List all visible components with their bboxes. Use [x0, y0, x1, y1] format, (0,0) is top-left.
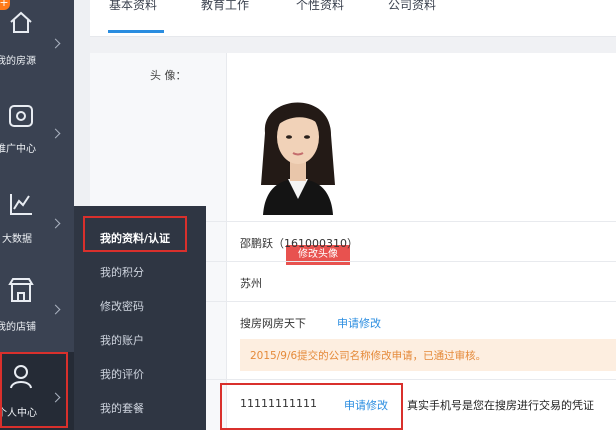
chart-icon [10, 194, 32, 215]
tab-education-work[interactable]: 教育工作 [201, 0, 249, 13]
promotion-icon [9, 105, 33, 127]
company-value: 搜房网房天下 [240, 317, 306, 330]
phone-hint: 真实手机号是您在搜房进行交易的凭证 [407, 399, 594, 412]
submenu-item-account[interactable]: 我的账户 [100, 332, 144, 348]
tab-basic-info[interactable]: 基本资料 [109, 0, 157, 13]
name-value: 邵鹏跃（161000310） [240, 237, 358, 250]
tab-bar: 基本资料 教育工作 个性资料 公司资料 [90, 0, 616, 37]
tab-personal-info[interactable]: 个性资料 [296, 0, 344, 13]
company-apply-link[interactable]: 申请修改 [337, 315, 381, 331]
submenu-item-reviews[interactable]: 我的评价 [100, 366, 144, 382]
home-icon [10, 11, 32, 33]
submenu-highlight-box [83, 216, 187, 252]
submenu-item-package[interactable]: 我的套餐 [100, 400, 144, 416]
sidebar-item-label: 我的店铺 [0, 322, 36, 333]
sidebar-item-label: 推广中心 [0, 144, 36, 155]
sidebar: + 我的房源 推广中心 大数据 我的店铺 个人中心 [0, 0, 74, 430]
chevron-right-icon [50, 128, 61, 139]
notice-text: 2015/9/6提交的公司名称修改申请，已通过审核。 [250, 350, 487, 362]
notice-banner: 2015/9/6提交的公司名称修改申请，已通过审核。 [240, 339, 616, 371]
tab-active-indicator [108, 30, 164, 33]
sidebar-item-my-listings[interactable]: 我的房源 [0, 0, 74, 78]
sidebar-item-label: 我的房源 [0, 56, 36, 67]
profile-photo [243, 75, 353, 215]
avatar-label: 头 像： [150, 69, 187, 82]
spacer [90, 37, 616, 53]
phone-highlight-box [220, 383, 403, 430]
sidebar-item-promotion[interactable]: 推广中心 [0, 90, 74, 168]
sidebar-item-big-data[interactable]: 大数据 [0, 180, 74, 258]
chevron-right-icon [50, 38, 61, 49]
city-value: 苏州 [240, 277, 262, 290]
submenu-item-points[interactable]: 我的积分 [100, 264, 144, 280]
sidebar-item-my-shop[interactable]: 我的店铺 [0, 268, 74, 346]
submenu-item-password[interactable]: 修改密码 [100, 298, 144, 314]
tab-company-info[interactable]: 公司资料 [388, 0, 436, 13]
highlight-box [0, 352, 68, 428]
shop-icon [8, 278, 34, 302]
chevron-right-icon [50, 304, 61, 315]
avatar [243, 75, 353, 215]
chevron-right-icon [50, 218, 61, 229]
sidebar-item-label: 大数据 [2, 234, 32, 245]
